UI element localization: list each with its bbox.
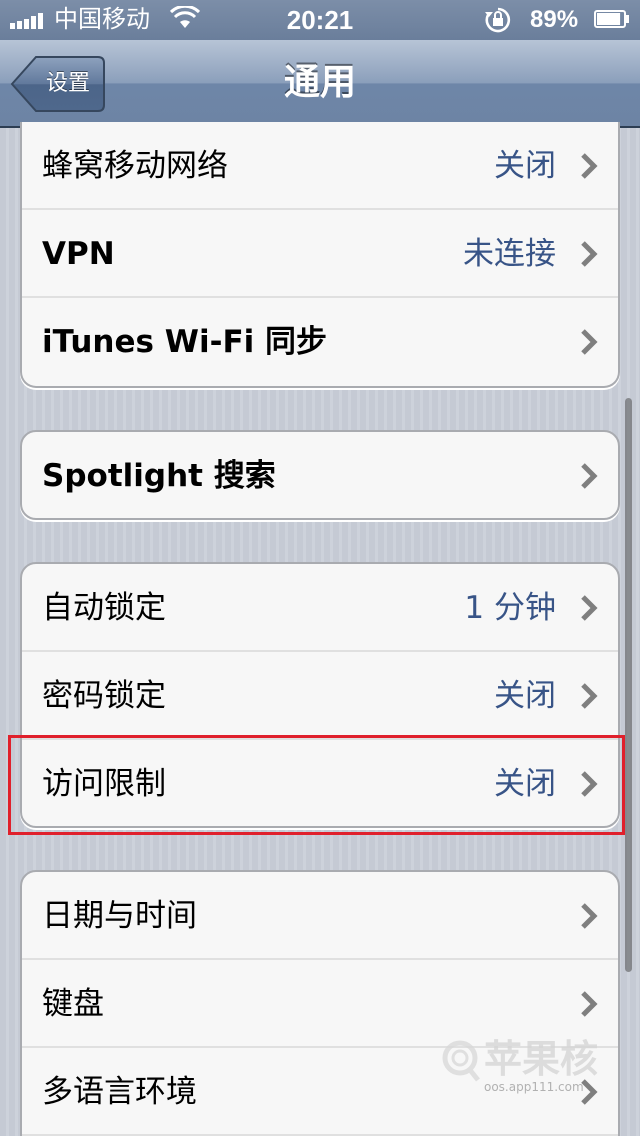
highlight-box [8,735,625,835]
settings-group-spotlight: Spotlight 搜索 [20,430,620,520]
battery-percent: 89% [530,6,579,33]
chevron-right-icon [581,595,598,621]
chevron-right-icon [581,329,598,355]
chevron-right-icon [581,241,598,267]
page-title: 通用 [283,62,356,103]
row-value: 1 分钟 [464,590,556,626]
row-value: 关闭 [494,148,556,184]
settings-group-network: 蜂窝移动网络 关闭 VPN 未连接 iTunes Wi-Fi 同步 [20,122,620,388]
list-item-itunes-wifi-sync[interactable]: iTunes Wi-Fi 同步 [22,298,618,386]
watermark-icon [442,1040,480,1082]
row-label: iTunes Wi-Fi 同步 [42,324,328,360]
row-label: 密码锁定 [42,678,166,714]
row-value: 未连接 [463,236,556,272]
row-label: Spotlight 搜索 [42,458,276,494]
chevron-right-icon [581,153,598,179]
watermark-logo: 苹果核 oos.app111.com [440,1036,600,1116]
row-label: 自动锁定 [42,590,166,626]
battery-icon [594,10,629,28]
list-item-spotlight-search[interactable]: Spotlight 搜索 [22,432,618,518]
list-item-passcode-lock[interactable]: 密码锁定 关闭 [22,652,618,740]
list-item-cellular[interactable]: 蜂窝移动网络 关闭 [22,122,618,210]
row-label: 多语言环境 [42,1074,197,1110]
row-label: VPN [42,236,115,272]
row-label: 蜂窝移动网络 [42,148,228,184]
list-item-date-time[interactable]: 日期与时间 [22,872,618,960]
list-item-auto-lock[interactable]: 自动锁定 1 分钟 [22,564,618,652]
chevron-right-icon [581,991,598,1017]
chevron-right-icon [581,463,598,489]
status-bar: 中国移动 20:21 89% [0,0,640,40]
row-label: 键盘 [42,986,104,1022]
chevron-right-icon [581,903,598,929]
row-label: 日期与时间 [42,898,197,934]
rotation-lock-icon [485,7,511,33]
watermark-url: oos.app111.com [484,1080,584,1094]
scroll-indicator[interactable] [625,398,632,972]
chevron-right-icon [581,683,598,709]
watermark-text: 苹果核 [484,1037,599,1081]
list-item-vpn[interactable]: VPN 未连接 [22,210,618,298]
row-value: 关闭 [494,678,556,714]
list-item-keyboard[interactable]: 键盘 [22,960,618,1048]
navigation-bar: 设置 通用 [0,40,640,128]
